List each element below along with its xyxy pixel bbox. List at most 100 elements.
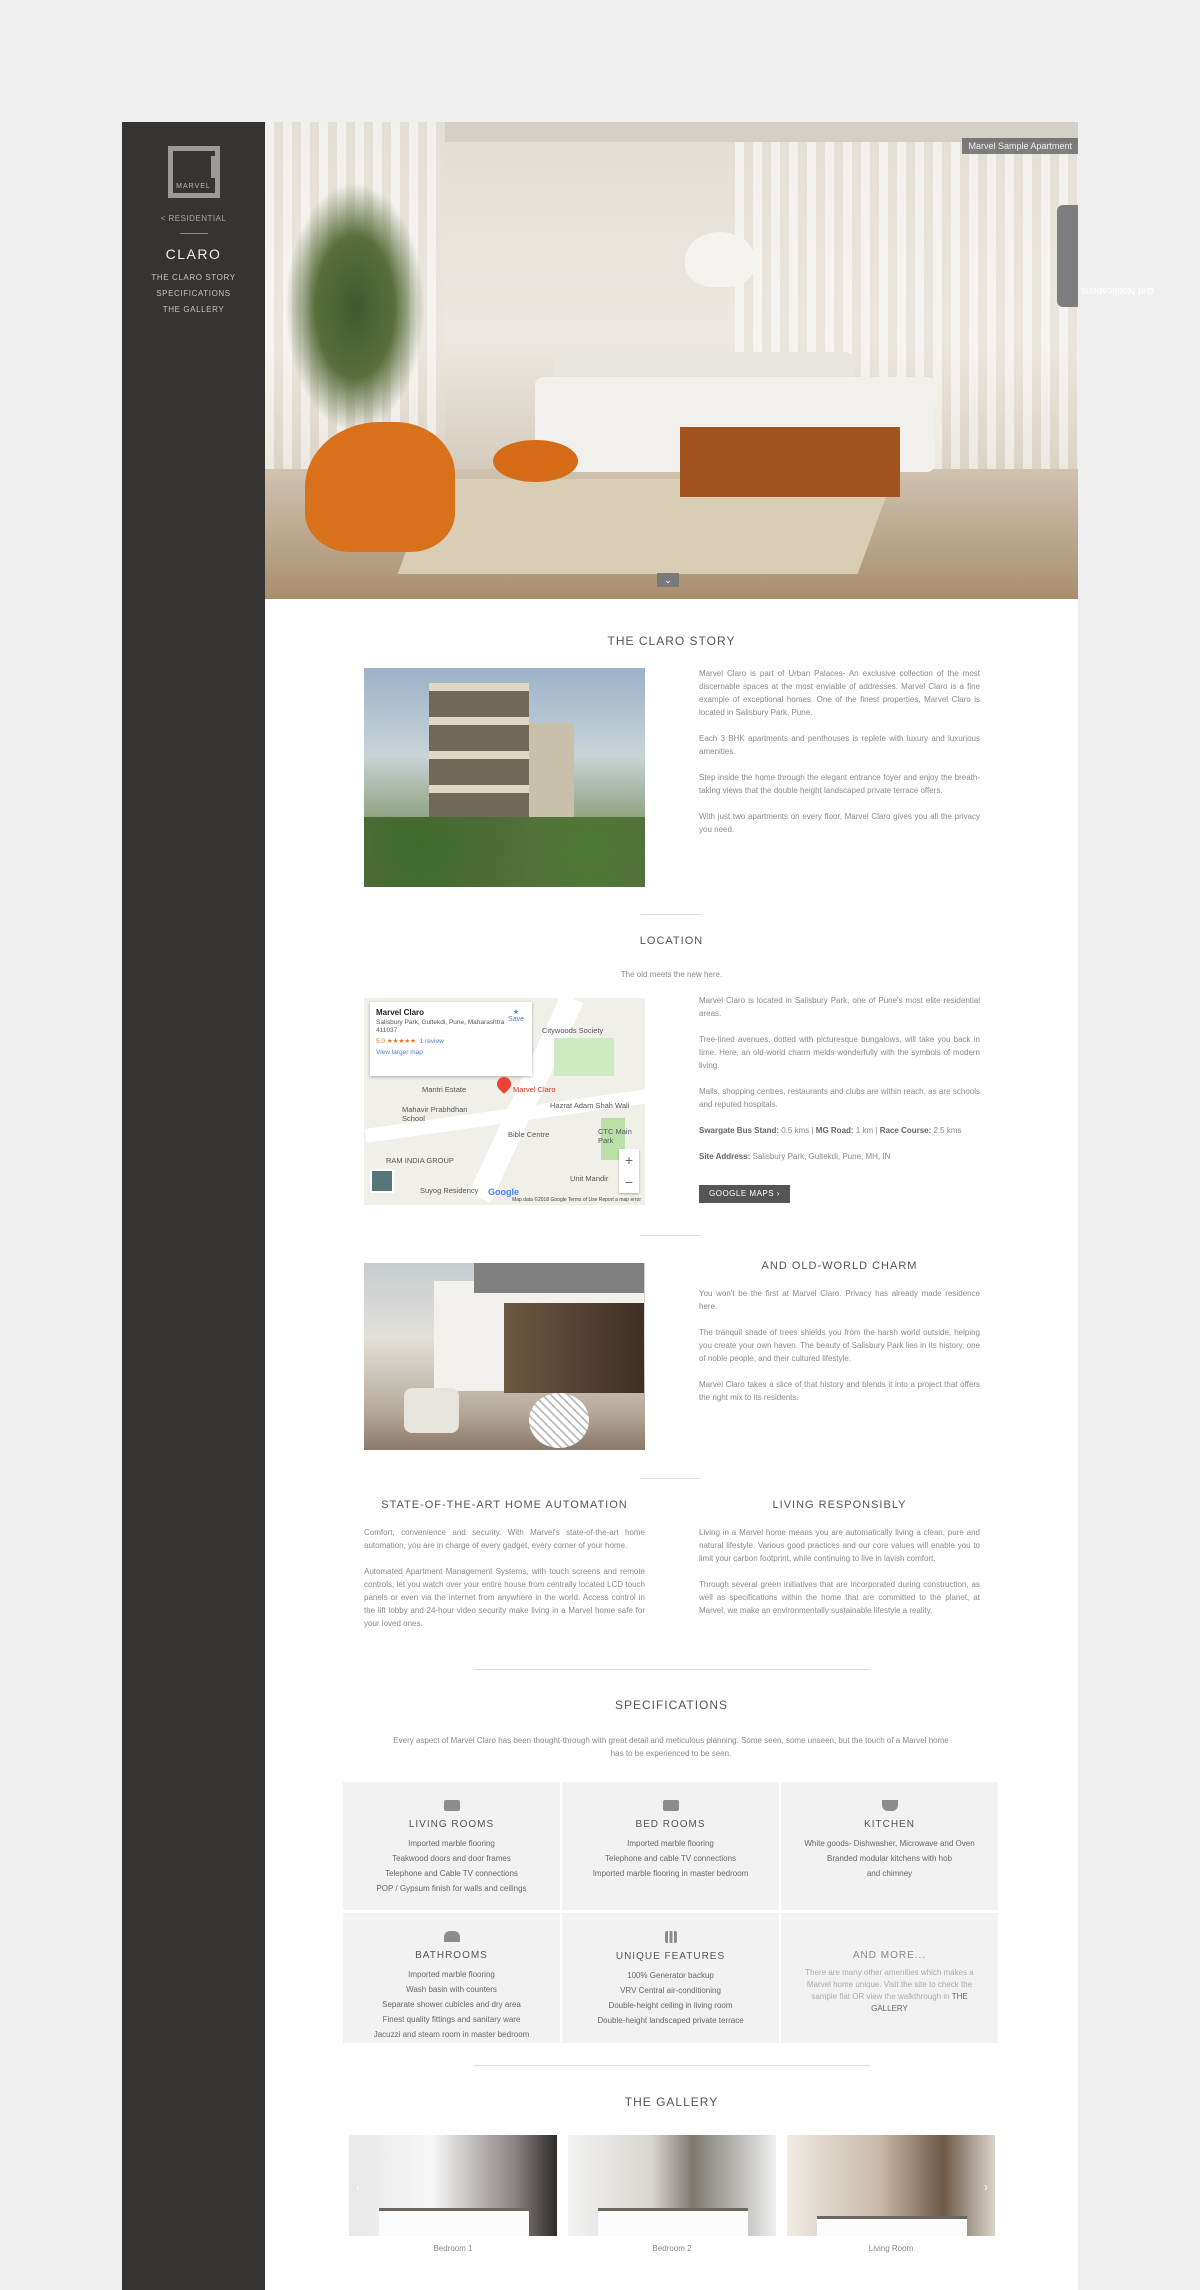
spec-title: KITCHEN: [864, 1819, 915, 1830]
map-zoom-controls[interactable]: + −: [619, 1149, 639, 1193]
story-paragraph: Marvel Claro is part of Urban Palaces- A…: [699, 669, 980, 717]
map-reviews-link[interactable]: 1 review: [420, 1038, 444, 1045]
zoom-out-icon: −: [624, 1174, 634, 1190]
sidebar-nav-story[interactable]: THE CLARO STORY: [122, 270, 265, 286]
location-paragraph: Malls, shopping centres, restaurants and…: [699, 1087, 980, 1109]
charm-paragraph: Marvel Claro takes a slice of that histo…: [699, 1380, 980, 1402]
spec-line: Imported marble flooring: [408, 1970, 495, 1979]
spec-line: VRV Central air-conditioning: [620, 1986, 721, 1995]
sidebar-nav: THE CLARO STORY SPECIFICATIONS THE GALLE…: [122, 270, 265, 318]
location-title: LOCATION: [639, 935, 704, 947]
back-to-residential-link[interactable]: < RESIDENTIAL: [122, 214, 265, 223]
story-paragraph: Each 3 BHK apartments and penthouses is …: [699, 734, 980, 756]
gallery-caption: Bedroom 2: [652, 2244, 692, 2253]
divider: [474, 1669, 870, 1670]
google-logo: Google: [488, 1187, 519, 1197]
map-label: Bible Centre: [508, 1130, 550, 1139]
map-save-button[interactable]: ★ Save: [508, 1008, 524, 1023]
gallery-caption: Bedroom 1: [433, 2244, 473, 2253]
automation-text: Comfort, convenience and security. With …: [364, 1526, 645, 1643]
map-label: Marvel Claro: [513, 1085, 556, 1094]
specifications-title: SPECIFICATIONS: [614, 1698, 729, 1712]
coffee-table: [680, 427, 900, 497]
map-info-card: Marvel Claro Salisbury Park, Gultekdi, P…: [370, 1002, 532, 1076]
spec-line: Imported marble flooring: [627, 1839, 714, 1848]
hero-image: Marvel Sample Apartment ⌄: [265, 122, 1078, 599]
spec-line: Finest quality fittings and sanitary war…: [382, 2015, 521, 2024]
spec-title: BED ROOMS: [635, 1819, 706, 1830]
map-label: Suyog Residency: [420, 1186, 479, 1195]
spec-title: AND MORE...: [852, 1950, 927, 1961]
spec-line: Telephone and cable TV connections: [604, 1854, 737, 1863]
orange-chair: [305, 422, 455, 552]
zoom-in-icon: +: [624, 1152, 634, 1168]
specifications-intro: Every aspect of Marvel Claro has been th…: [393, 1736, 949, 1758]
spec-line: Double-height ceiling in living room: [608, 2001, 733, 2010]
sidebar-nav-specifications[interactable]: SPECIFICATIONS: [122, 286, 265, 302]
location-paragraph: Tree-lined avenues, dotted with pictures…: [699, 1035, 980, 1070]
gallery-caption: Living Room: [868, 2244, 914, 2253]
responsibly-title: LIVING RESPONSIBLY: [772, 1499, 907, 1511]
main-content: THE CLARO STORY Marvel Claro is part of …: [265, 599, 1078, 2290]
automation-paragraph: Comfort, convenience and security. With …: [364, 1528, 645, 1550]
gallery-image-bedroom-2[interactable]: [568, 2135, 776, 2236]
responsibly-paragraph: Living in a Marvel home means you are au…: [699, 1528, 980, 1563]
map-pin-icon[interactable]: [494, 1074, 514, 1094]
shower-icon: [443, 1931, 460, 1942]
spec-line: Wash basin with counters: [406, 1985, 497, 1994]
divider: [641, 1235, 701, 1236]
map-satellite-toggle[interactable]: [370, 1169, 394, 1193]
responsibly-text: Living in a Marvel home means you are au…: [699, 1526, 980, 1630]
charm-text: You won't be the first at Marvel Claro. …: [699, 1287, 980, 1417]
spec-more-text: There are many other amenities which mak…: [805, 1968, 974, 2013]
spec-line: Imported marble flooring: [408, 1839, 495, 1848]
charm-paragraph: You won't be the first at Marvel Claro. …: [699, 1289, 980, 1311]
spec-line: Imported marble flooring in master bedro…: [592, 1869, 749, 1878]
automation-paragraph: Automated Apartment Management Systems, …: [364, 1567, 645, 1628]
divider: [474, 2065, 870, 2066]
spec-title: BATHROOMS: [415, 1950, 488, 1961]
spec-line: Branded modular kitchens with hob and ch…: [827, 1854, 952, 1878]
sidebar-nav-gallery[interactable]: THE GALLERY: [122, 302, 265, 318]
spec-title: LIVING ROOMS: [408, 1819, 495, 1830]
map-label: Citywoods Society: [542, 1026, 604, 1035]
site-address: Site Address: Salisbury Park, Gultekdi, …: [699, 1152, 891, 1161]
view-larger-map-link[interactable]: View larger map: [376, 1049, 526, 1056]
gallery-prev-icon[interactable]: ‹: [356, 2180, 360, 2194]
responsibly-paragraph: Through several green initiatives that a…: [699, 1580, 980, 1615]
sidebar-divider: [179, 233, 208, 234]
map-label: Mantri Estate: [422, 1085, 467, 1094]
map-place-name: Marvel Claro: [376, 1008, 425, 1017]
spec-living-rooms: LIVING ROOMS Imported marble flooring Te…: [343, 1782, 560, 1910]
logo-text: MARVEL: [176, 183, 211, 190]
cup-icon: [881, 1800, 898, 1811]
chevron-down-icon[interactable]: ⌄: [657, 573, 679, 587]
spec-line: Telephone and Cable TV connections: [385, 1869, 518, 1878]
spec-line: POP / Gypsum finish for walls and ceilin…: [376, 1884, 527, 1893]
spec-line: Double-height landscaped private terrace: [597, 2016, 744, 2025]
story-paragraph: With just two apartments on every floor,…: [699, 812, 980, 834]
spec-kitchen: KITCHEN White goods- Dishwasher, Microwa…: [781, 1782, 998, 1910]
location-subtitle: The old meets the new here.: [620, 970, 723, 979]
gallery-image-living-room[interactable]: [787, 2135, 995, 2236]
spec-line: 100% Generator backup: [627, 1971, 714, 1980]
story-title: THE CLARO STORY: [607, 634, 736, 648]
gallery-image-bedroom-1[interactable]: [349, 2135, 557, 2236]
gallery-next-icon[interactable]: ›: [984, 2180, 988, 2194]
notifications-label: Get Notifications: [1080, 285, 1154, 296]
villa-photo: [364, 1263, 645, 1450]
spec-line: Teakwood doors and door frames: [392, 1854, 511, 1863]
get-notifications-tab[interactable]: Get Notifications ♫: [1057, 205, 1154, 307]
ottoman: [493, 440, 578, 482]
google-maps-button[interactable]: GOOGLE MAPS ›: [699, 1185, 790, 1203]
location-text: Marvel Claro is located in Salisbury Par…: [699, 994, 980, 1176]
charm-paragraph: The tranquil shade of trees shields you …: [699, 1328, 980, 1363]
star-icon: ★: [512, 1009, 520, 1016]
story-text: Marvel Claro is part of Urban Palaces- A…: [699, 667, 980, 849]
story-paragraph: Step inside the home through the elegant…: [699, 773, 980, 795]
marvel-logo[interactable]: MARVEL: [167, 146, 220, 198]
location-map[interactable]: Marvel Claro Salisbury Park, Gultekdi, P…: [364, 998, 645, 1205]
distances: Swargate Bus Stand: 0.5 kms | MG Road: 1…: [699, 1126, 962, 1135]
spec-bathrooms: BATHROOMS Imported marble flooring Wash …: [343, 1913, 560, 2043]
sofa-icon: [443, 1800, 460, 1811]
